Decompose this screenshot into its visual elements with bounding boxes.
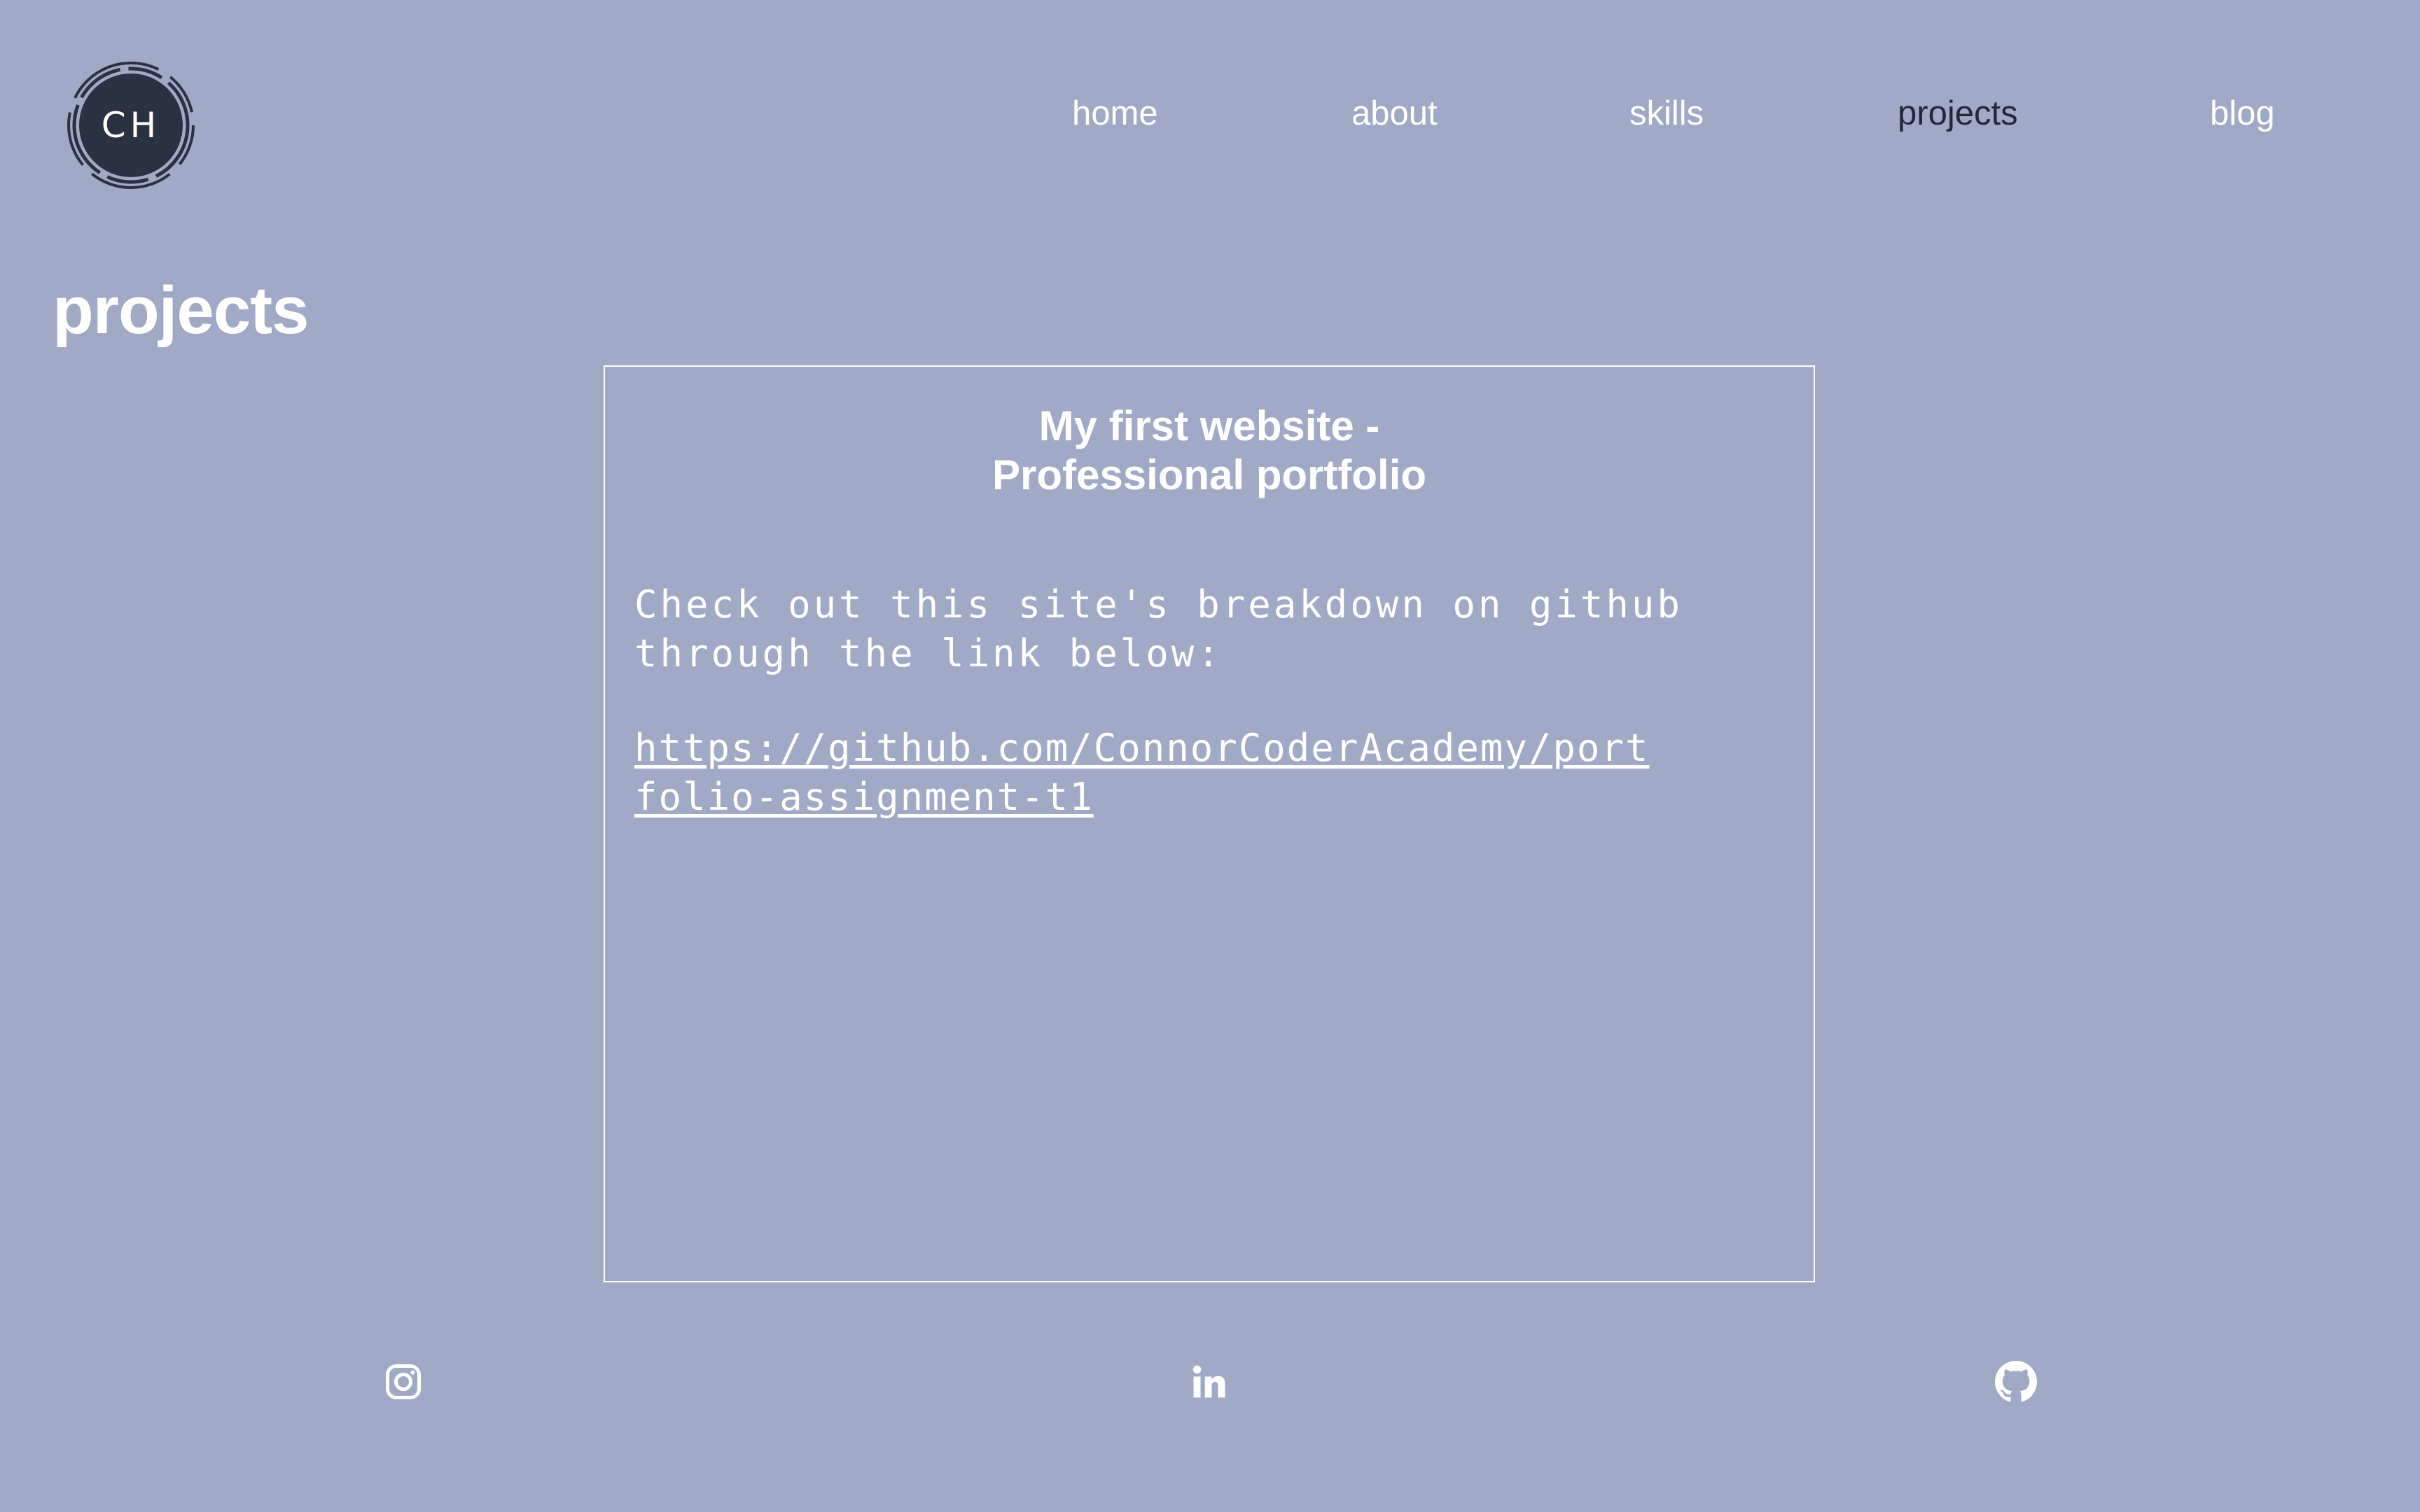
project-card: My first website - Professional portfoli…	[604, 365, 1815, 1282]
instagram-icon	[386, 1364, 421, 1399]
github-repo-link[interactable]: https://github.com/ConnorCoderAcademy/po…	[634, 724, 1649, 773]
logo[interactable]: CH	[66, 60, 196, 190]
linkedin-icon	[1192, 1365, 1225, 1398]
github-icon	[1995, 1361, 2037, 1402]
project-description-line2: through the link below:	[634, 631, 1223, 676]
github-link[interactable]	[1995, 1361, 2037, 1403]
nav-projects[interactable]: projects	[1898, 92, 2018, 134]
nav-skills[interactable]: skills	[1629, 92, 1704, 134]
project-title-line2: Professional portfolio	[992, 451, 1427, 498]
page-title: projects	[53, 273, 309, 348]
nav-about[interactable]: about	[1351, 92, 1438, 134]
project-description-line1: Check out this site's breakdown on githu…	[634, 582, 1683, 626]
logo-initials: CH	[101, 105, 161, 146]
instagram-link[interactable]	[382, 1361, 424, 1403]
project-title-line1: My first website -	[1038, 402, 1380, 449]
linkedin-link[interactable]	[1188, 1361, 1230, 1403]
nav-home[interactable]: home	[1072, 92, 1158, 134]
nav-blog[interactable]: blog	[2210, 92, 2275, 134]
github-repo-link-continued[interactable]: folio-assignment-t1	[634, 773, 1094, 822]
